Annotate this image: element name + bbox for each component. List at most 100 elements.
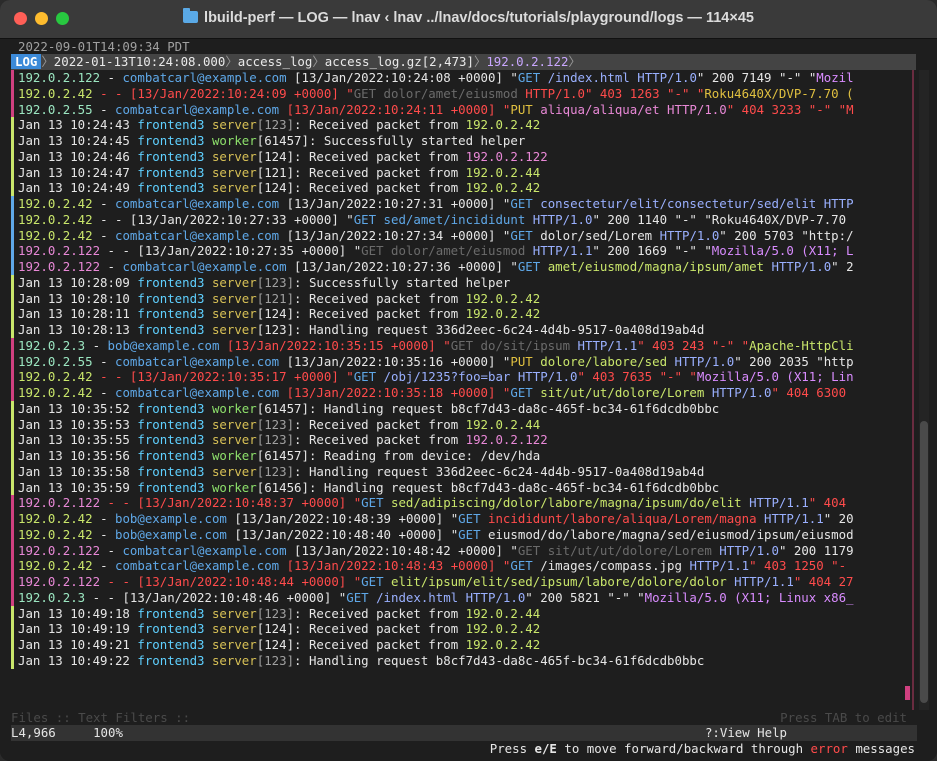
log-line[interactable]: Jan 13 10:28:10 frontend3 server[121]: R… xyxy=(18,291,540,307)
log-line-mark xyxy=(11,259,14,275)
log-line[interactable]: 192.0.2.3 - bob@example.com [13/Jan/2022… xyxy=(18,338,854,354)
log-line[interactable]: Jan 13 10:35:52 frontend3 worker[61457]:… xyxy=(18,401,719,417)
log-line[interactable]: Jan 13 10:49:19 frontend3 server[124]: R… xyxy=(18,621,540,637)
log-line[interactable]: Jan 13 10:24:46 frontend3 server[124]: R… xyxy=(18,149,548,165)
log-line[interactable]: 192.0.2.122 - - [13/Jan/2022:10:27:35 +0… xyxy=(18,243,854,259)
log-line[interactable]: 192.0.2.42 - combatcarl@example.com [13/… xyxy=(18,196,854,212)
log-line-mark xyxy=(11,432,14,449)
log-line[interactable]: Jan 13 10:35:55 frontend3 server[123]: R… xyxy=(18,432,548,448)
log-line-mark xyxy=(11,101,14,118)
log-line[interactable]: 192.0.2.122 - combatcarl@example.com [13… xyxy=(18,543,854,559)
log-line-mark xyxy=(11,353,14,370)
log-line-mark xyxy=(11,243,14,260)
log-line-mark xyxy=(11,400,14,417)
help-key: e/E xyxy=(534,741,557,756)
log-line[interactable]: Jan 13 10:28:09 frontend3 server[123]: S… xyxy=(18,275,510,291)
log-line[interactable]: 192.0.2.3 - - [13/Jan/2022:10:48:46 +000… xyxy=(18,590,854,606)
log-line[interactable]: 192.0.2.42 - combatcarl@example.com [13/… xyxy=(18,228,854,244)
log-line[interactable]: 192.0.2.42 - - [13/Jan/2022:10:27:33 +00… xyxy=(18,212,846,228)
title-bar: lbuild-perf — LOG — lnav ‹ lnav ../lnav/… xyxy=(0,0,937,39)
log-line[interactable]: 192.0.2.122 - combatcarl@example.com [13… xyxy=(18,70,854,86)
breadcrumb[interactable]: LOG 〉2022-01-13T10:24:08.000〉access_log〉a… xyxy=(11,54,916,70)
log-line-mark xyxy=(11,589,14,606)
log-line[interactable]: Jan 13 10:35:58 frontend3 server[123]: H… xyxy=(18,464,704,480)
log-line[interactable]: 192.0.2.42 - combatcarl@example.com [13/… xyxy=(18,558,846,574)
filter-panel-labels[interactable]: Files :: Text Filters :: xyxy=(11,710,190,725)
log-line[interactable]: Jan 13 10:24:47 frontend3 server[121]: R… xyxy=(18,165,540,181)
breadcrumb-format[interactable]: access_log xyxy=(238,54,313,69)
log-line[interactable]: Jan 13 10:35:56 frontend3 worker[61457]:… xyxy=(18,448,540,464)
scrollbar-thumb[interactable] xyxy=(920,421,928,703)
log-line-mark xyxy=(11,574,14,590)
log-line[interactable]: 192.0.2.55 - combatcarl@example.com [13/… xyxy=(18,354,854,370)
log-line-mark xyxy=(11,164,14,181)
log-line-mark xyxy=(11,180,14,197)
help-hint[interactable]: ?:View Help xyxy=(705,725,787,741)
log-line-mark xyxy=(11,558,14,575)
log-line[interactable]: Jan 13 10:35:59 frontend3 worker[61456]:… xyxy=(18,480,719,496)
error-position-track xyxy=(912,70,914,710)
log-line-mark xyxy=(11,85,14,102)
log-view[interactable]: 192.0.2.122 - combatcarl@example.com [13… xyxy=(11,70,906,710)
log-line-mark xyxy=(11,385,14,401)
log-line[interactable]: 192.0.2.42 - bob@example.com [13/Jan/202… xyxy=(18,511,854,527)
log-line[interactable]: Jan 13 10:28:11 frontend3 server[124]: R… xyxy=(18,306,540,322)
log-line[interactable]: Jan 13 10:28:13 frontend3 server[123]: H… xyxy=(18,322,704,338)
error-marker xyxy=(905,686,910,700)
log-line[interactable]: Jan 13 10:49:21 frontend3 server[124]: R… xyxy=(18,637,540,653)
tab-edit-hint: Press TAB to edit xyxy=(780,710,907,725)
log-line[interactable]: Jan 13 10:35:53 frontend3 server[123]: R… xyxy=(18,417,540,433)
log-line[interactable]: Jan 13 10:49:22 frontend3 server[123]: H… xyxy=(18,653,704,669)
folder-icon xyxy=(183,8,199,23)
help-message: Press e/E to move forward/backward throu… xyxy=(489,741,915,756)
log-line-mark xyxy=(11,290,14,307)
log-line-mark xyxy=(11,117,14,134)
log-line-mark xyxy=(11,133,14,149)
breadcrumb-time[interactable]: 2022-01-13T10:24:08.000 xyxy=(54,54,226,69)
log-line-mark xyxy=(11,511,14,527)
log-line-mark xyxy=(11,322,14,338)
log-line-mark xyxy=(11,306,14,323)
log-line-mark xyxy=(11,196,14,212)
log-line-mark xyxy=(11,369,14,386)
log-line[interactable]: Jan 13 10:24:49 frontend3 server[124]: R… xyxy=(18,180,540,196)
log-line[interactable]: Jan 13 10:24:45 frontend3 worker[61457]:… xyxy=(18,133,525,149)
log-line-mark xyxy=(11,479,14,496)
log-line-mark xyxy=(11,448,14,464)
log-line-mark xyxy=(11,652,14,669)
log-line-mark xyxy=(11,463,14,480)
log-line-mark xyxy=(11,542,14,559)
terminal-window: lbuild-perf — LOG — lnav ‹ lnav ../lnav/… xyxy=(0,0,937,761)
line-number: L4,966 xyxy=(11,725,56,740)
log-line-mark xyxy=(11,605,14,622)
log-line-mark xyxy=(11,274,14,291)
log-line-mark xyxy=(11,211,14,228)
log-line-mark xyxy=(11,526,14,543)
log-line[interactable]: 192.0.2.42 - bob@example.com [13/Jan/202… xyxy=(18,527,854,543)
log-line-mark xyxy=(11,148,14,165)
breadcrumb-file[interactable]: access_log.gz[2,473] xyxy=(325,54,474,69)
breadcrumb-value[interactable]: 192.0.2.122 xyxy=(486,54,568,69)
log-line-mark xyxy=(11,621,14,638)
clock: 2022-09-01T14:09:34 PDT xyxy=(18,39,190,54)
log-line-mark xyxy=(11,70,14,86)
filter-status-bar: Files :: Text Filters :: Press TAB to edi… xyxy=(11,710,917,726)
help-error-word: error xyxy=(810,741,848,756)
log-line[interactable]: 192.0.2.42 - combatcarl@example.com [13/… xyxy=(18,385,846,401)
log-line-mark xyxy=(11,495,14,512)
log-line[interactable]: 192.0.2.42 - - [13/Jan/2022:10:24:09 +00… xyxy=(18,86,854,102)
log-line[interactable]: 192.0.2.122 - combatcarl@example.com [13… xyxy=(18,259,854,275)
log-line-mark xyxy=(11,416,14,433)
log-line-mark xyxy=(11,227,14,244)
log-line-mark xyxy=(11,337,14,354)
log-line[interactable]: Jan 13 10:24:43 frontend3 server[123]: R… xyxy=(18,117,540,133)
log-line[interactable]: 192.0.2.122 - - [13/Jan/2022:10:48:44 +0… xyxy=(18,574,854,590)
bottom-status-bar: L4,966 100% ?:View Help xyxy=(11,725,917,741)
scroll-percent: 100% xyxy=(93,725,123,740)
log-line[interactable]: 192.0.2.42 - - [13/Jan/2022:10:35:17 +00… xyxy=(18,369,854,385)
view-tag-log[interactable]: LOG xyxy=(11,54,42,69)
log-line[interactable]: 192.0.2.55 - combatcarl@example.com [13/… xyxy=(18,102,854,118)
log-line[interactable]: 192.0.2.122 - - [13/Jan/2022:10:48:37 +0… xyxy=(18,495,846,511)
log-line[interactable]: Jan 13 10:49:18 frontend3 server[123]: R… xyxy=(18,606,540,622)
terminal-content[interactable]: 2022-09-01T14:09:34 PDT LOG 〉2022-01-13T1… xyxy=(0,39,937,761)
